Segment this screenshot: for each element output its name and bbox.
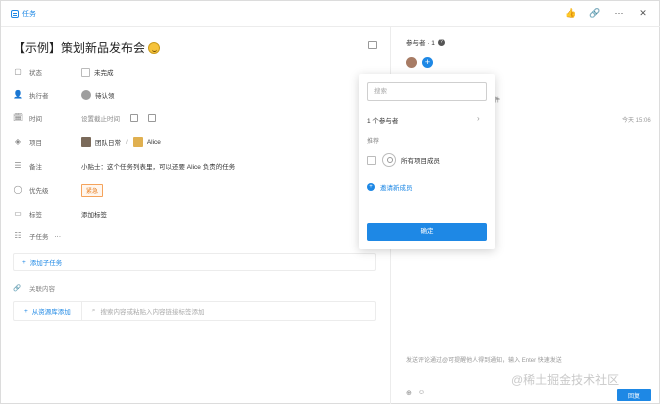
person-icon: 👤	[13, 90, 23, 99]
owner-avatar	[132, 137, 143, 147]
invite-member-button[interactable]: + 邀请新成员	[367, 182, 413, 192]
assignee-label: 执行者	[29, 93, 49, 100]
participants-title: 参与者 · 1 ?	[406, 37, 445, 47]
watermark: @稀土掘金技术社区	[511, 373, 620, 387]
note-row: ☰ 备注 小贴士：这个任务列表里，可以还要 Alice 负责的任务	[13, 160, 235, 172]
subtask-icon: ☷	[14, 231, 22, 240]
note-icon: ☰	[14, 161, 22, 170]
link-icon[interactable]: 🔗	[589, 8, 601, 19]
related-content-box: + 从资源库添加 ⌕ 搜索内容或粘贴入内容链接标签添加	[13, 301, 376, 321]
status-value[interactable]: 未完成	[81, 67, 114, 77]
close-icon[interactable]: ✕	[637, 8, 649, 19]
more-icon[interactable]: ⋯	[613, 8, 625, 19]
avatar	[81, 90, 91, 100]
repeat-icon[interactable]	[130, 114, 138, 122]
priority-row: ◯ 优先级 紧急	[13, 183, 104, 197]
all-members-checkbox[interactable]	[367, 155, 376, 165]
plus-icon: +	[22, 258, 26, 266]
calendar-icon: 🗓	[13, 113, 24, 122]
project-icon: ◈	[14, 137, 22, 146]
confirm-button[interactable]: 确定	[367, 223, 487, 241]
smile-emoji-icon	[148, 41, 161, 54]
attachment-icon[interactable]: ⊕	[406, 389, 412, 397]
plus-icon: +	[367, 183, 375, 191]
priority-label: 优先级	[29, 188, 49, 195]
assignee-row: 👤 执行者 待认领	[13, 89, 115, 101]
recommend-label: 推荐	[367, 139, 380, 145]
participant-avatar[interactable]	[406, 57, 417, 68]
search-icon: ⌕	[91, 307, 96, 314]
task-icon	[11, 9, 19, 18]
time-value[interactable]: 设置截止时间	[81, 113, 156, 123]
participant-count[interactable]: 1 个参与者	[367, 115, 398, 125]
tag-icon: ▭	[14, 209, 22, 218]
add-from-library-button[interactable]: + 从资源库添加	[14, 302, 82, 320]
comment-tools: ⊕ ☺	[406, 389, 425, 397]
note-value[interactable]: 小贴士：这个任务列表里，可以还要 Alice 负责的任务	[81, 161, 235, 171]
task-tab[interactable]: 任务	[11, 9, 36, 19]
project-value[interactable]: 团队日常 / Alice	[81, 137, 161, 147]
task-title[interactable]: 【示例】策划新品发布会	[13, 39, 161, 56]
add-participant-button[interactable]: +	[422, 57, 433, 68]
chevron-right-icon[interactable]: ›	[477, 114, 480, 123]
reminder-icon[interactable]	[148, 114, 156, 122]
participant-search-input[interactable]: 搜索	[367, 82, 487, 101]
add-subtask-button[interactable]: + 添加子任务	[13, 253, 376, 271]
task-dialog: 任务 👍 🔗 ⋯ ✕ 【示例】策划新品发布会 ▢ 状态 未完成 👤 执行者 待认…	[0, 0, 660, 404]
subtasks-row: ☷ 子任务 ···	[13, 230, 61, 242]
subtasks-more-icon[interactable]: ···	[55, 233, 62, 240]
status-row: ▢ 状态 未完成	[13, 66, 114, 78]
participant-popover: 搜索 1 个参与者 › 推荐 所有项目成员 + 邀请新成员 确定	[359, 74, 495, 249]
project-avatar	[81, 137, 91, 147]
activity-time: 今天 15:06	[622, 118, 651, 124]
priority-icon: ◯	[13, 185, 23, 194]
priority-badge[interactable]: 紧急	[81, 183, 104, 197]
comment-input[interactable]: 发送评论通过@可提醒他人得到通知，输入 Enter 快速发送	[406, 355, 562, 364]
plus-icon: +	[24, 307, 28, 315]
task-details-panel: 【示例】策划新品发布会 ▢ 状态 未完成 👤 执行者 待认领 🗓 时间 设置截止…	[1, 27, 391, 404]
project-label: 项目	[29, 140, 42, 147]
time-label: 时间	[29, 116, 42, 123]
related-search-input[interactable]: ⌕ 搜索内容或粘贴入内容链接标签添加	[82, 306, 205, 316]
group-icon	[382, 153, 396, 167]
thumbs-up-icon[interactable]: 👍	[565, 8, 577, 19]
note-label: 备注	[29, 164, 42, 171]
emoji-icon[interactable]: ☺	[418, 389, 425, 397]
subtasks-label: 子任务	[29, 234, 49, 241]
help-icon[interactable]: ?	[437, 38, 445, 46]
tags-label: 标签	[29, 212, 42, 219]
link-icon: 🔗	[13, 285, 22, 292]
task-tab-label: 任务	[22, 10, 36, 18]
time-row: 🗓 时间 设置截止时间	[13, 112, 156, 124]
reply-button[interactable]: 回复	[617, 389, 651, 401]
top-bar: 任务 👍 🔗 ⋯ ✕	[1, 1, 660, 27]
project-row: ◈ 项目 团队日常 / Alice	[13, 136, 161, 148]
all-members-option[interactable]: 所有项目成员	[367, 153, 440, 167]
assignee-value[interactable]: 待认领	[81, 90, 115, 100]
task-menu-icon[interactable]	[368, 41, 377, 49]
tags-row: ▭ 标签 添加标签	[13, 208, 107, 220]
add-tag-button[interactable]: 添加标签	[81, 209, 107, 219]
status-label: 状态	[29, 70, 42, 77]
status-icon: ▢	[14, 67, 22, 76]
status-checkbox[interactable]	[81, 67, 90, 77]
related-content-label: 🔗 关联内容	[13, 285, 55, 293]
top-actions: 👍 🔗 ⋯ ✕	[565, 8, 649, 19]
